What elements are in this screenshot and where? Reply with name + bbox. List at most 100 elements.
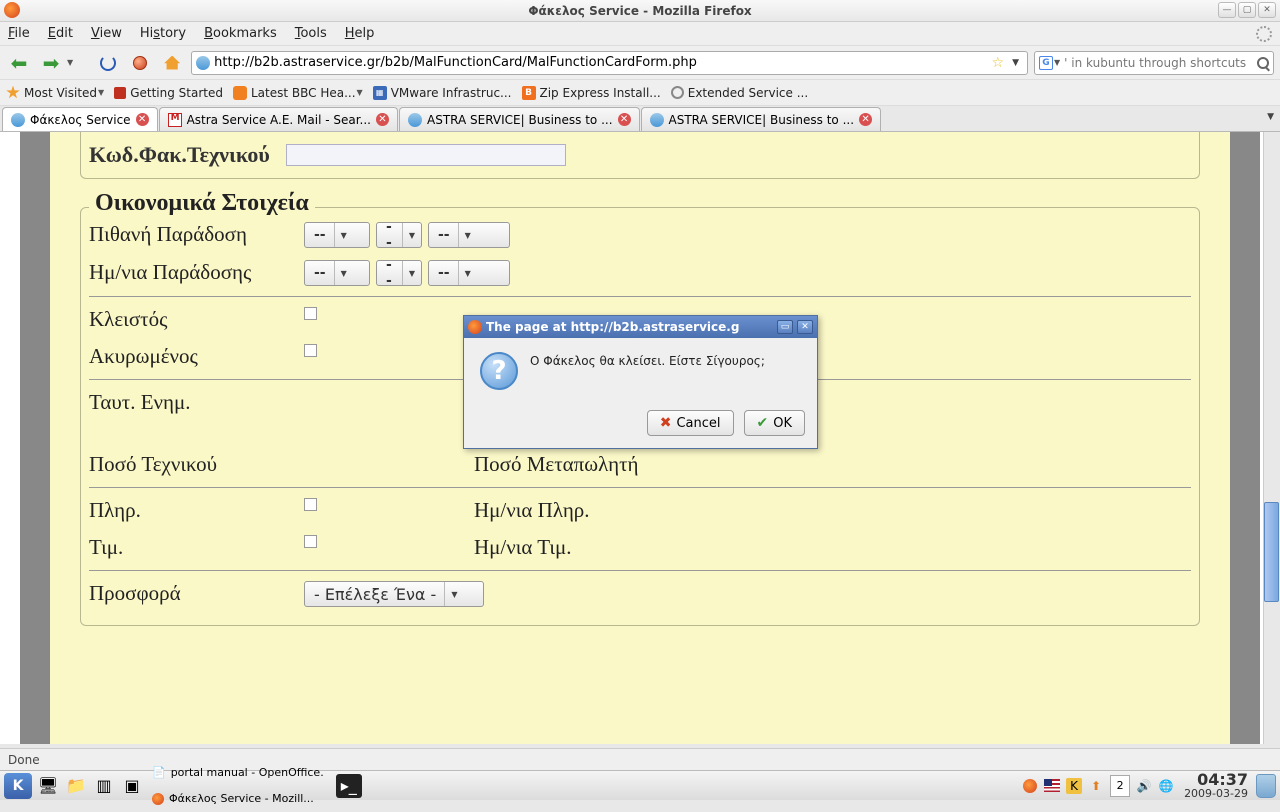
nav-history-dropdown[interactable]: ▼ [67, 58, 73, 67]
rss-icon [233, 86, 247, 100]
site-identity-icon[interactable] [196, 56, 210, 70]
taskbar: K 🖥 📁 ▥ ▣ 📄portal manual - OpenOffice. Φ… [0, 770, 1280, 800]
tray-volume-icon[interactable]: 🔊 [1136, 778, 1152, 794]
all-tabs-dropdown[interactable]: ▼ [1267, 112, 1274, 122]
possible-delivery-year[interactable]: --▼ [428, 222, 510, 248]
bookmark-vmware[interactable]: ▦VMware Infrastruc... [373, 86, 512, 100]
vertical-scrollbar[interactable] [1263, 132, 1280, 744]
delivery-month[interactable]: --▼ [376, 260, 422, 286]
search-input[interactable] [1064, 56, 1253, 70]
menu-history[interactable]: History [140, 26, 186, 41]
tech-folder-code-input[interactable] [286, 144, 566, 166]
filemanager-launcher[interactable]: 📁 [64, 774, 88, 798]
cancel-button[interactable]: ✖Cancel [647, 410, 734, 436]
paid-checkbox[interactable] [304, 498, 317, 511]
dialog-titlebar[interactable]: The page at http://b2b.astraservice.g ▭ … [464, 316, 817, 338]
taskbar-date[interactable]: 2009-03-29 [1184, 788, 1252, 799]
possible-delivery-day[interactable]: --▼ [304, 222, 370, 248]
firefox-icon [152, 793, 164, 805]
taskbar-trash[interactable] [1256, 774, 1276, 798]
scrollbar-thumb[interactable] [1264, 502, 1279, 602]
bookmark-getting-started[interactable]: Getting Started [114, 86, 223, 100]
delivery-year[interactable]: --▼ [428, 260, 510, 286]
blogger-icon: B [522, 86, 536, 100]
window-minimize-button[interactable]: — [1218, 2, 1236, 18]
bookmark-extended[interactable]: Extended Service ... [671, 86, 808, 100]
confirm-dialog: The page at http://b2b.astraservice.g ▭ … [463, 315, 818, 449]
menu-help[interactable]: Help [345, 26, 375, 41]
reload-button[interactable] [95, 50, 121, 76]
gear-icon [671, 86, 684, 99]
tray-keyboard-layout[interactable] [1044, 778, 1060, 794]
menu-view[interactable]: View [91, 26, 122, 41]
show-desktop-launcher[interactable]: ▣ [120, 774, 144, 798]
offer-label: Προσφορά [89, 581, 304, 606]
window-title: Φάκελος Service - Mozilla Firefox [528, 4, 751, 18]
tab-close-icon[interactable]: ✕ [136, 113, 149, 126]
pay-date-label: Ημ/νια Πληρ. [474, 498, 644, 523]
offer-select[interactable]: - Επέλεξε Ένα -▼ [304, 581, 484, 607]
bookmark-most-visited[interactable]: Most Visited▼ [6, 86, 104, 100]
possible-delivery-month[interactable]: --▼ [376, 222, 422, 248]
dialog-maximize-button[interactable]: ▭ [777, 320, 793, 334]
stop-button[interactable] [127, 50, 153, 76]
tray-updates-icon[interactable]: ⬆ [1088, 778, 1104, 794]
taskbar-openoffice[interactable]: 📄portal manual - OpenOffice. [148, 760, 332, 786]
tray-klipper-icon[interactable]: K [1066, 778, 1082, 794]
cancel-icon: ✖ [660, 415, 672, 431]
taskbar-konsole[interactable]: ▸_ [336, 774, 362, 798]
tab-close-icon[interactable]: ✕ [618, 113, 631, 126]
bookmark-zip[interactable]: BZip Express Install... [522, 86, 661, 100]
home-button[interactable] [159, 50, 185, 76]
tray-network-icon[interactable]: 🌐 [1158, 778, 1174, 794]
tab-gmail[interactable]: Astra Service A.E. Mail - Sear... ✕ [159, 107, 398, 131]
delivery-day[interactable]: --▼ [304, 260, 370, 286]
urlbar-dropdown[interactable]: ▼ [1008, 58, 1023, 68]
tab-close-icon[interactable]: ✕ [859, 113, 872, 126]
dialog-close-button[interactable]: ✕ [797, 320, 813, 334]
menu-edit[interactable]: Edit [48, 26, 73, 41]
tab-astra-b2b-1[interactable]: ASTRA SERVICE| Business to ... ✕ [399, 107, 640, 131]
mozilla-icon [114, 87, 126, 99]
nav-toolbar: ⬅ ➡ ▼ ☆ ▼ G ▼ [0, 46, 1280, 80]
url-input[interactable] [214, 55, 987, 70]
search-engine-icon[interactable]: G [1039, 56, 1053, 70]
window-maximize-button[interactable]: ▢ [1238, 2, 1256, 18]
menu-bookmarks[interactable]: Bookmarks [204, 26, 277, 41]
stop-icon [133, 56, 147, 70]
delivery-date-label: Ημ/νια Παράδοσης [89, 260, 304, 285]
dialog-title: The page at http://b2b.astraservice.g [486, 320, 773, 334]
folder-icon [6, 86, 20, 100]
ok-button[interactable]: ✔OK [744, 410, 806, 436]
taskbar-clock[interactable]: 04:37 [1193, 772, 1252, 788]
tab-fakelos-service[interactable]: Φάκελος Service ✕ [2, 107, 158, 131]
bookmark-star-icon[interactable]: ☆ [992, 55, 1005, 71]
menu-tools[interactable]: Tools [295, 26, 327, 41]
forward-button[interactable]: ➡ [38, 50, 64, 76]
invoiced-checkbox[interactable] [304, 535, 317, 548]
globe-icon [408, 113, 422, 127]
closed-checkbox[interactable] [304, 307, 317, 320]
menu-file[interactable]: File [8, 26, 30, 41]
bookmark-bbc[interactable]: Latest BBC Hea...▼ [233, 86, 363, 100]
kmenu-button[interactable]: K [4, 773, 32, 799]
search-engine-dropdown[interactable]: ▼ [1054, 58, 1060, 67]
cancelled-checkbox[interactable] [304, 344, 317, 357]
window-close-button[interactable]: ✕ [1258, 2, 1276, 18]
globe-icon [11, 113, 25, 127]
desktop-pager[interactable]: 2 [1110, 775, 1130, 797]
tab-astra-b2b-2[interactable]: ASTRA SERVICE| Business to ... ✕ [641, 107, 882, 131]
question-icon: ? [480, 352, 518, 390]
status-text: Done [8, 753, 40, 767]
tray-firefox-icon[interactable] [1022, 778, 1038, 794]
desktop-launcher[interactable]: 🖥 [36, 774, 60, 798]
back-button[interactable]: ⬅ [6, 50, 32, 76]
invoice-date-label: Ημ/νια Τιμ. [474, 535, 644, 560]
tab-close-icon[interactable]: ✕ [376, 113, 389, 126]
bookmarks-toolbar: Most Visited▼ Getting Started Latest BBC… [0, 80, 1280, 106]
search-go-icon[interactable] [1257, 57, 1269, 69]
panel-launcher[interactable]: ▥ [92, 774, 116, 798]
possible-delivery-label: Πιθανή Παράδοση [89, 222, 304, 247]
taskbar-firefox[interactable]: Φάκελος Service - Mozill... [148, 786, 332, 812]
taut-label: Ταυτ. Ενημ. [89, 390, 474, 415]
